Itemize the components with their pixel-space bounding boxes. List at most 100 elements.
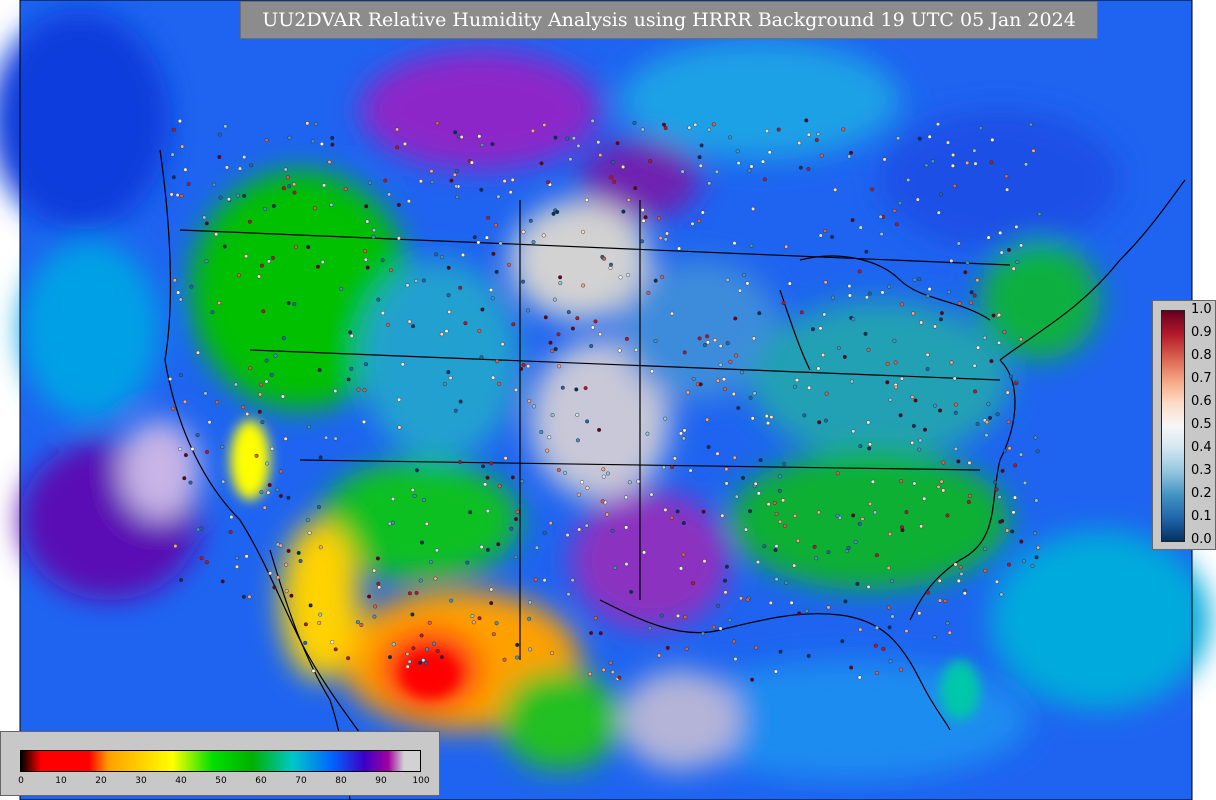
- station-dot: [724, 467, 729, 472]
- station-dot: [806, 653, 811, 658]
- station-dot: [490, 296, 495, 301]
- station-dot: [179, 193, 184, 198]
- station-dot: [762, 544, 767, 549]
- station-dot: [965, 160, 970, 165]
- station-dot: [881, 646, 886, 651]
- station-dot: [210, 310, 215, 315]
- station-dot: [188, 480, 193, 485]
- station-dot: [951, 152, 956, 157]
- station-dot: [756, 560, 761, 565]
- station-dot: [873, 510, 878, 515]
- station-dot: [1005, 390, 1010, 395]
- station-dot: [782, 523, 787, 528]
- station-dot: [724, 481, 729, 486]
- station-dot: [1019, 452, 1024, 457]
- station-dot: [257, 274, 262, 279]
- station-dot: [936, 210, 941, 215]
- station-dot: [458, 460, 463, 465]
- station-dot: [1003, 448, 1008, 453]
- station-dot: [953, 562, 958, 567]
- station-dot: [1000, 468, 1005, 473]
- station-dot: [521, 229, 526, 234]
- station-dot: [621, 164, 626, 169]
- station-dot: [459, 134, 464, 139]
- station-dot: [479, 545, 484, 550]
- station-dot: [555, 209, 560, 214]
- station-dot: [172, 278, 177, 283]
- station-dot: [283, 436, 288, 441]
- station-dot: [1013, 463, 1018, 468]
- station-dot: [527, 616, 532, 621]
- station-dot: [531, 240, 536, 245]
- station-dot: [214, 400, 219, 405]
- station-dot: [923, 427, 928, 432]
- station-dot: [395, 127, 400, 132]
- station-dot: [819, 153, 824, 158]
- station-dot: [736, 406, 741, 411]
- station-dot: [179, 578, 184, 583]
- station-dot: [363, 249, 368, 254]
- station-dot: [307, 530, 312, 535]
- station-dot: [893, 360, 898, 365]
- station-dot: [718, 626, 723, 631]
- station-dot: [270, 255, 275, 260]
- station-dot: [593, 319, 598, 324]
- station-dot: [267, 483, 272, 488]
- station-dot: [278, 494, 283, 499]
- station-dot: [773, 669, 778, 674]
- station-dot: [615, 141, 620, 146]
- station-dot: [634, 347, 639, 352]
- rh-colorbar-tick: 70: [295, 776, 307, 786]
- station-dot: [314, 121, 319, 126]
- station-dot: [691, 581, 696, 586]
- station-dot: [496, 194, 501, 199]
- station-dot: [495, 359, 500, 364]
- station-dot: [173, 544, 178, 549]
- station-dot: [874, 553, 879, 558]
- station-dot: [816, 132, 821, 137]
- station-dot: [483, 482, 488, 487]
- station-dot: [281, 336, 286, 341]
- station-dot: [320, 260, 325, 265]
- station-dot: [553, 135, 558, 140]
- station-dot: [391, 497, 396, 502]
- station-dot: [982, 335, 987, 340]
- station-dot: [753, 481, 758, 486]
- station-dot: [1005, 187, 1010, 192]
- station-dot: [259, 263, 264, 268]
- station-dot: [242, 155, 247, 160]
- station-dot: [372, 614, 377, 619]
- station-dot: [661, 465, 666, 470]
- station-dot: [867, 446, 872, 451]
- station-dot: [919, 320, 924, 325]
- rh-colorbar-panel: 0 10 20 30 40 50 60 70 80 90 100: [0, 731, 440, 796]
- station-dot: [226, 197, 231, 202]
- station-dot: [1034, 555, 1039, 560]
- station-dot: [406, 199, 411, 204]
- station-dot: [774, 544, 779, 549]
- station-dot: [742, 273, 747, 278]
- station-dot: [693, 122, 698, 127]
- station-dot: [600, 499, 605, 504]
- station-dot: [376, 297, 381, 302]
- station-dot: [1033, 531, 1038, 536]
- station-dot: [580, 480, 585, 485]
- station-dot: [330, 640, 335, 645]
- station-dot: [939, 479, 944, 484]
- station-dot: [886, 605, 891, 610]
- station-dot: [624, 525, 629, 530]
- obs-legend-tick: 0.7: [1191, 371, 1212, 386]
- station-dot: [918, 438, 923, 443]
- station-dot: [676, 613, 681, 618]
- station-dot: [224, 165, 229, 170]
- station-dot: [994, 487, 999, 492]
- station-dot: [248, 366, 253, 371]
- station-dot: [697, 336, 702, 341]
- station-dot: [386, 322, 391, 327]
- station-dot: [410, 488, 415, 493]
- station-dot: [972, 293, 977, 298]
- station-dot: [178, 297, 183, 302]
- station-dot: [792, 384, 797, 389]
- station-dot: [388, 655, 393, 660]
- station-dot: [218, 195, 223, 200]
